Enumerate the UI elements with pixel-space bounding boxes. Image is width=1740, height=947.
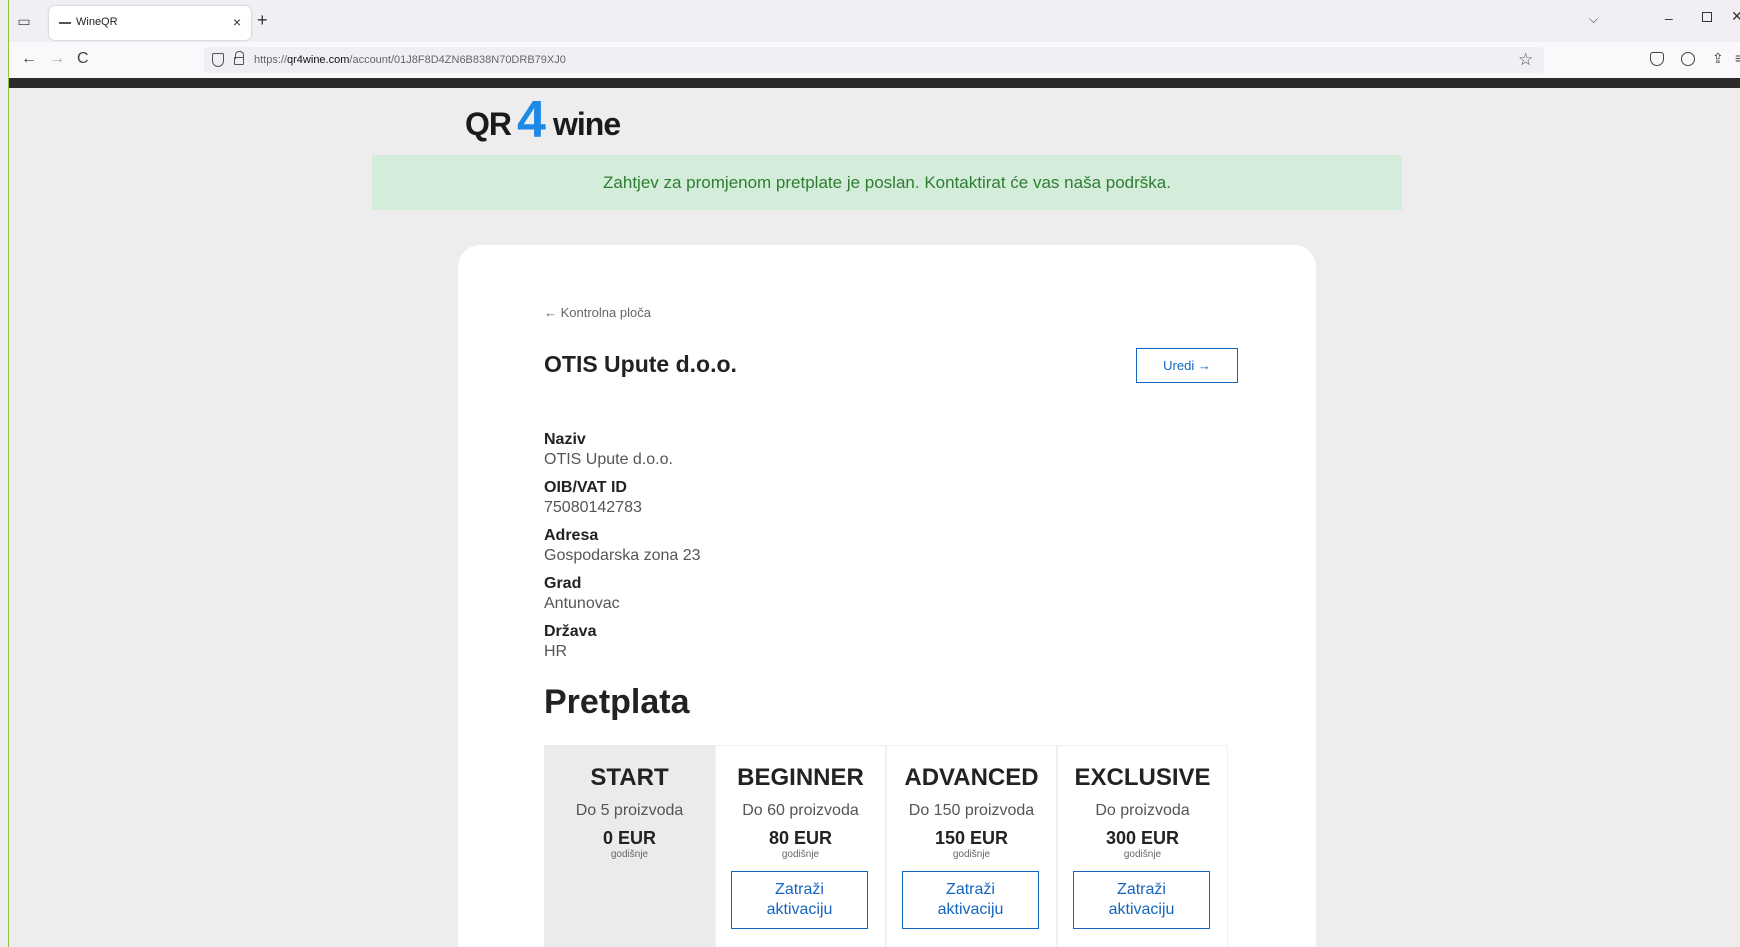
browser-window: ▭ WineQR × + ⌵ – ✕ ← → C https://qr4wine…	[8, 0, 1740, 947]
browser-tab[interactable]: WineQR ×	[49, 6, 251, 40]
tab-title: WineQR	[76, 16, 118, 28]
plan-beginner: BEGINNER Do 60 proizvoda 80 EUR godišnje…	[715, 745, 886, 947]
success-alert: Zahtjev za promjenom pretplate je poslan…	[372, 155, 1402, 210]
list-all-tabs-icon[interactable]: ⌵	[1589, 12, 1598, 27]
url-text[interactable]: https://qr4wine.com/account/01J8F8D4ZN6B…	[254, 54, 566, 66]
pocket-icon[interactable]	[1650, 52, 1664, 66]
subscription-title: Pretplata	[544, 683, 690, 721]
navigation-toolbar: ← → C https://qr4wine.com/account/01J8F8…	[9, 42, 1740, 78]
page-title: OTIS Upute d.o.o.	[544, 351, 737, 377]
minimize-button[interactable]: –	[1665, 10, 1673, 26]
request-activation-button[interactable]: Zatraži aktivaciju	[731, 871, 868, 929]
address-bar[interactable]: https://qr4wine.com/account/01J8F8D4ZN6B…	[204, 47, 1544, 73]
edit-button[interactable]: Uredi →	[1136, 348, 1238, 383]
extensions-icon[interactable]: ⇪	[1712, 50, 1724, 67]
restore-button[interactable]	[1702, 12, 1712, 22]
request-activation-button[interactable]: Zatraži aktivaciju	[902, 871, 1039, 929]
plan-advanced: ADVANCED Do 150 proizvoda 150 EUR godišn…	[886, 745, 1057, 947]
subscription-plans: START Do 5 proizvoda 0 EUR godišnje BEGI…	[544, 745, 1231, 947]
tab-close-icon[interactable]: ×	[233, 14, 241, 30]
menu-icon[interactable]: ≡	[1735, 50, 1740, 66]
field-adresa: Adresa Gospodarska zona 23	[544, 527, 701, 564]
account-icon[interactable]	[1681, 52, 1695, 66]
reload-button[interactable]: C	[77, 50, 89, 68]
close-window-button[interactable]: ✕	[1731, 8, 1740, 25]
lock-icon[interactable]	[234, 51, 244, 65]
tab-list-icon[interactable]: ▭	[15, 12, 33, 30]
tab-strip: ▭ WineQR × + ⌵ – ✕	[9, 0, 1740, 42]
tracking-protection-icon[interactable]	[212, 53, 224, 67]
field-naziv: Naziv OTIS Upute d.o.o.	[544, 431, 673, 468]
plan-exclusive: EXCLUSIVE Do proizvoda 300 EUR godišnje …	[1057, 745, 1228, 947]
tab-favicon-icon	[59, 22, 71, 24]
new-tab-button[interactable]: +	[257, 10, 268, 30]
bookmark-star-icon[interactable]: ☆	[1518, 50, 1533, 70]
forward-button[interactable]: →	[49, 50, 65, 68]
field-drzava: Država HR	[544, 623, 597, 660]
site-top-bar	[9, 78, 1740, 88]
field-grad: Grad Antunovac	[544, 575, 620, 612]
field-oib: OIB/VAT ID 75080142783	[544, 479, 642, 516]
request-activation-button[interactable]: Zatraži aktivaciju	[1073, 871, 1210, 929]
plan-start: START Do 5 proizvoda 0 EUR godišnje	[544, 745, 715, 947]
back-button[interactable]: ←	[21, 50, 37, 68]
account-card: ← Kontrolna ploča OTIS Upute d.o.o. Ured…	[458, 245, 1316, 947]
account-details: Naziv OTIS Upute d.o.o. OIB/VAT ID 75080…	[544, 430, 701, 670]
dashboard-back-link[interactable]: ← Kontrolna ploča	[544, 305, 651, 320]
